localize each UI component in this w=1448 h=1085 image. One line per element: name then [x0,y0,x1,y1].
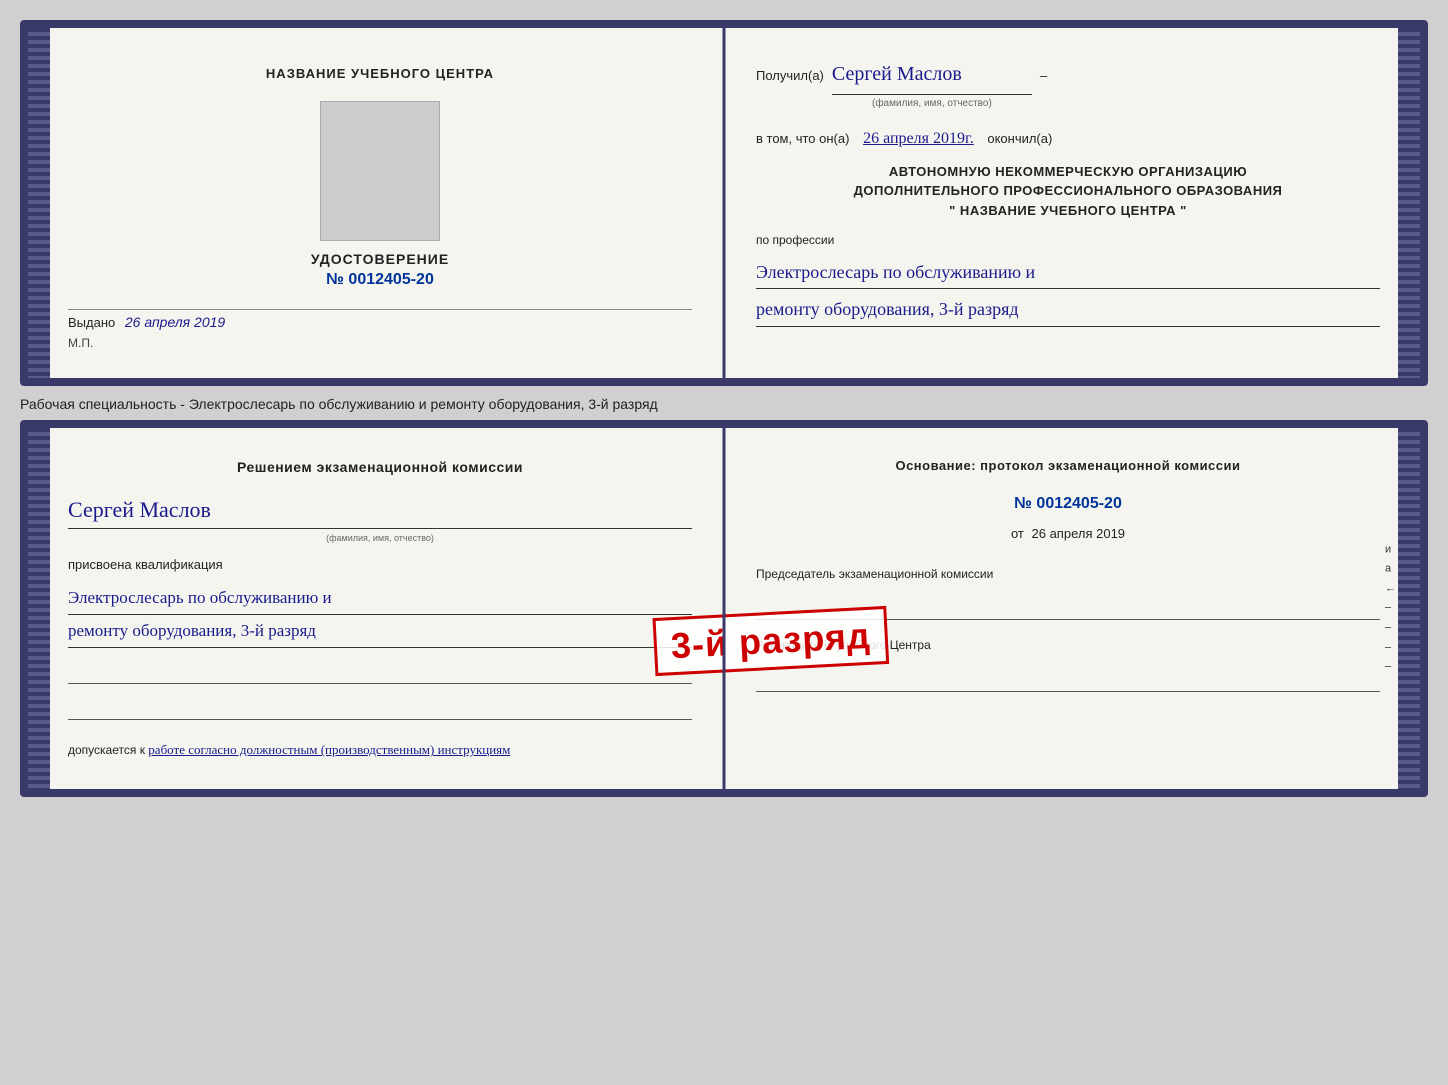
org-line3: " НАЗВАНИЕ УЧЕБНОГО ЦЕНТРА " [756,201,1380,221]
bottom-name-block: Сергей Маслов (фамилия, имя, отчество) [68,492,692,545]
vtom-label: в том, что он(а) [756,131,849,146]
org-line2: ДОПОЛНИТЕЛЬНОГО ПРОФЕССИОНАЛЬНОГО ОБРАЗО… [756,181,1380,201]
org-line1: АВТОНОМНУЮ НЕКОММЕРЧЕСКУЮ ОРГАНИЗАЦИЮ [756,162,1380,182]
rukovoditel-sig-line [756,672,1380,692]
between-docs-text: Рабочая специальность - Электрослесарь п… [20,386,1428,420]
photo-placeholder [320,101,440,241]
dash1: – [1040,64,1047,87]
recipient-name: Сергей Маслов [832,56,1032,95]
ot-date-value: 26 апреля 2019 [1032,526,1126,541]
ot-date: от 26 апреля 2019 [756,524,1380,545]
dopuskaetsya-block: допускается к работе согласно должностны… [68,740,692,761]
po-professii-label: по профессии [756,230,1380,252]
profession-line2-top: ремонту оборудования, 3-й разряд [756,293,1380,326]
fio-subtitle-bottom: (фамилия, имя, отчество) [68,531,692,545]
dopuskaetsya-label: допускается к [68,743,145,757]
top-doc-right: Получил(а) Сергей Маслов (фамилия, имя, … [724,28,1420,378]
stamp-text: 3-й разряд [670,615,872,665]
bottom-doc-left: Решением экзаменационной комиссии Сергей… [28,428,724,789]
bottom-profession-line1: Электрослесарь по обслуживанию и [68,582,692,615]
right-strip-bottom [1398,428,1420,789]
udostoverenie-block: УДОСТОВЕРЕНИЕ № 0012405-20 [311,251,449,289]
top-document: НАЗВАНИЕ УЧЕБНОГО ЦЕНТРА УДОСТОВЕРЕНИЕ №… [20,20,1428,386]
mp-label: М.П. [68,336,692,350]
commission-title: Решением экзаменационной комиссии [68,456,692,478]
vtom-line: в том, что он(а) 26 апреля 2019г. окончи… [756,125,1380,154]
bottom-profession-line2: ремонту оборудования, 3-й разряд [68,615,692,648]
ot-label: от [1011,526,1024,541]
poluchil-label: Получил(а) [756,64,824,87]
vydano-block: Выдано 26 апреля 2019 М.П. [68,309,692,350]
org-block: АВТОНОМНУЮ НЕКОММЕРЧЕСКУЮ ОРГАНИЗАЦИЮ ДО… [756,162,1380,221]
vydano-line: Выдано 26 апреля 2019 [68,309,692,330]
udostoverenie-number: № 0012405-20 [311,271,449,289]
vtom-date: 26 апреля 2019г. [863,130,974,147]
stamp: 3-й разряд [652,605,889,675]
osnovaniye-title: Основание: протокол экзаменационной коми… [756,456,1380,477]
profession-line1-top: Электрослесарь по обслуживанию и [756,256,1380,289]
bottom-name: Сергей Маслов [68,492,692,528]
udostoverenie-label: УДОСТОВЕРЕНИЕ [311,251,449,267]
received-line: Получил(а) Сергей Маслов (фамилия, имя, … [756,56,1380,113]
okonchil-label: окончил(а) [987,131,1052,146]
dopuskaetsya-value: работе согласно должностным (производств… [148,742,510,757]
signature-line-1 [68,664,692,684]
top-doc-left: НАЗВАНИЕ УЧЕБНОГО ЦЕНТРА УДОСТОВЕРЕНИЕ №… [28,28,724,378]
top-left-title: НАЗВАНИЕ УЧЕБНОГО ЦЕНТРА [266,66,494,81]
fio-subtitle-top: (фамилия, имя, отчество) [832,95,1032,113]
between-text: Рабочая специальность - Электрослесарь п… [20,396,658,412]
osnovaniye-number: № 0012405-20 [756,491,1380,517]
bottom-document: Решением экзаменационной комиссии Сергей… [20,420,1428,797]
vydano-date: 26 апреля 2019 [125,314,225,330]
prisvoena-label: присвоена квалификация [68,555,692,576]
side-letters: и а ← – – – – [1385,541,1396,676]
signature-line-2 [68,700,692,720]
vydano-label: Выдано [68,315,115,330]
right-strip-top [1398,28,1420,378]
chairman-label: Председатель экзаменационной комиссии [756,567,993,581]
